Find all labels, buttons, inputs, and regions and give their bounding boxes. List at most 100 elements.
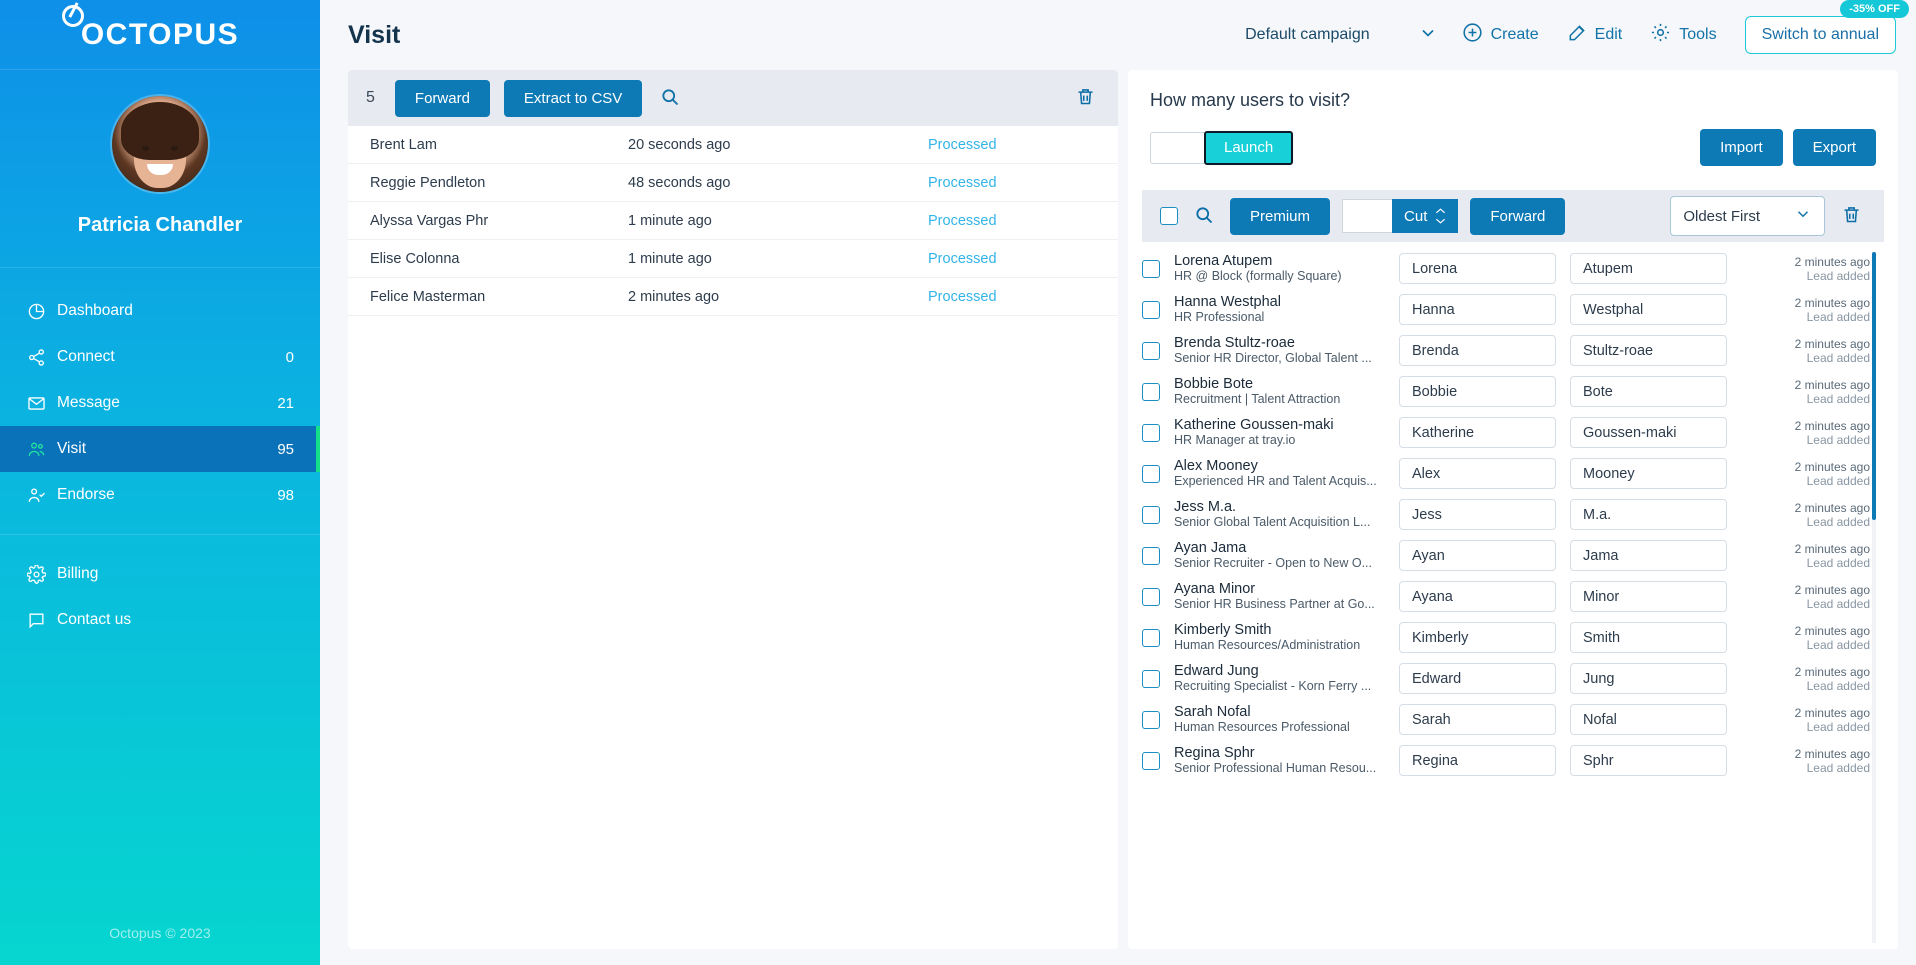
sidebar-item-dashboard[interactable]: Dashboard: [0, 288, 320, 334]
lead-last-name-input[interactable]: [1570, 499, 1727, 530]
lead-checkbox[interactable]: [1142, 342, 1160, 360]
lead-last-name-input[interactable]: [1570, 335, 1727, 366]
lead-last-name-input[interactable]: [1570, 622, 1727, 653]
lead-first-name-input[interactable]: [1399, 745, 1556, 776]
stepper-icon[interactable]: [1435, 207, 1446, 225]
lead-first-name-input[interactable]: [1399, 253, 1556, 284]
list-item[interactable]: Bobbie Bote Recruitment | Talent Attract…: [1142, 371, 1884, 412]
leads-scrollbar-thumb[interactable]: [1872, 252, 1876, 520]
lead-checkbox[interactable]: [1142, 465, 1160, 483]
sidebar-item-billing[interactable]: Billing: [0, 551, 320, 597]
list-item[interactable]: Kimberly Smith Human Resources/Administr…: [1142, 617, 1884, 658]
lead-last-name-input[interactable]: [1570, 581, 1727, 612]
lead-first-name-input[interactable]: [1399, 335, 1556, 366]
list-item[interactable]: Regina Sphr Senior Professional Human Re…: [1142, 740, 1884, 781]
leads-delete-button[interactable]: [1837, 200, 1866, 232]
lead-checkbox[interactable]: [1142, 301, 1160, 319]
lead-checkbox[interactable]: [1142, 547, 1160, 565]
list-item[interactable]: Edward Jung Recruiting Specialist - Korn…: [1142, 658, 1884, 699]
lead-last-name-input[interactable]: [1570, 294, 1727, 325]
list-item[interactable]: Katherine Goussen-maki HR Manager at tra…: [1142, 412, 1884, 453]
users-count-input[interactable]: [1150, 132, 1204, 164]
list-item[interactable]: Alex Mooney Experienced HR and Talent Ac…: [1142, 453, 1884, 494]
lead-last-name-input[interactable]: [1570, 745, 1727, 776]
sidebar-item-visit[interactable]: Visit 95: [0, 426, 320, 472]
lead-identity: Katherine Goussen-maki HR Manager at tra…: [1174, 417, 1399, 448]
table-row[interactable]: Brent Lam 20 seconds ago Processed: [348, 126, 1118, 164]
lead-last-name-input[interactable]: [1570, 376, 1727, 407]
lead-meta: 2 minutes ago Lead added: [1784, 706, 1884, 734]
sidebar-item-label: Dashboard: [57, 302, 294, 320]
table-row[interactable]: Alyssa Vargas Phr 1 minute ago Processed: [348, 202, 1118, 240]
lead-last-name-input[interactable]: [1570, 253, 1727, 284]
sidebar-item-endorse[interactable]: Endorse 98: [0, 472, 320, 518]
sidebar-item-message[interactable]: Message 21: [0, 380, 320, 426]
lead-last-name-input[interactable]: [1570, 540, 1727, 571]
sidebar-item-connect[interactable]: Connect 0: [0, 334, 320, 380]
lead-first-name-input[interactable]: [1399, 294, 1556, 325]
extract-to-csv-button[interactable]: Extract to CSV: [504, 80, 642, 117]
cut-button[interactable]: Cut: [1392, 199, 1458, 233]
cut-amount-input[interactable]: [1342, 199, 1392, 233]
lead-checkbox[interactable]: [1142, 588, 1160, 606]
select-all-checkbox[interactable]: [1160, 207, 1178, 225]
lead-first-name-input[interactable]: [1399, 458, 1556, 489]
create-button[interactable]: Create: [1448, 22, 1553, 48]
list-item[interactable]: Brenda Stultz-roae Senior HR Director, G…: [1142, 330, 1884, 371]
list-item[interactable]: Hanna Westphal HR Professional 2 minutes…: [1142, 289, 1884, 330]
lead-checkbox[interactable]: [1142, 629, 1160, 647]
activity-forward-button[interactable]: Forward: [395, 80, 490, 117]
lead-first-name-input[interactable]: [1399, 376, 1556, 407]
lead-checkbox[interactable]: [1142, 424, 1160, 442]
lead-first-name-input[interactable]: [1399, 704, 1556, 735]
table-row[interactable]: Reggie Pendleton 48 seconds ago Processe…: [348, 164, 1118, 202]
lead-last-name-input[interactable]: [1570, 704, 1727, 735]
lead-last-name-input[interactable]: [1570, 458, 1727, 489]
lead-first-name-input[interactable]: [1399, 499, 1556, 530]
sort-order-select[interactable]: Oldest First: [1670, 196, 1825, 236]
tools-button[interactable]: Tools: [1636, 22, 1730, 48]
leads-list[interactable]: Lorena Atupem HR @ Block (formally Squar…: [1128, 242, 1898, 949]
lead-checkbox[interactable]: [1142, 752, 1160, 770]
chat-icon: [27, 611, 57, 630]
lead-first-name-input[interactable]: [1399, 581, 1556, 612]
launch-button[interactable]: Launch: [1204, 131, 1293, 165]
export-button[interactable]: Export: [1793, 129, 1876, 166]
leads-search-button[interactable]: [1190, 201, 1218, 232]
switch-to-annual-button[interactable]: Switch to annual -35% OFF: [1745, 16, 1896, 54]
status-badge: Processed: [928, 213, 997, 229]
lead-checkbox[interactable]: [1142, 506, 1160, 524]
table-row[interactable]: Felice Masterman 2 minutes ago Processed: [348, 278, 1118, 316]
list-item[interactable]: Ayan Jama Senior Recruiter - Open to New…: [1142, 535, 1884, 576]
avatar[interactable]: [112, 96, 208, 192]
list-item[interactable]: Jess M.a. Senior Global Talent Acquisiti…: [1142, 494, 1884, 535]
list-item[interactable]: Sarah Nofal Human Resources Professional…: [1142, 699, 1884, 740]
lead-checkbox[interactable]: [1142, 670, 1160, 688]
lead-full-name: Hanna Westphal: [1174, 294, 1391, 310]
activity-search-button[interactable]: [656, 83, 684, 114]
brand-logo[interactable]: OCTOPUS: [0, 0, 320, 70]
sidebar-item-contact-us[interactable]: Contact us: [0, 597, 320, 643]
share-icon: [27, 348, 57, 367]
lead-checkbox[interactable]: [1142, 260, 1160, 278]
lead-first-name-input[interactable]: [1399, 622, 1556, 653]
lead-action: Lead added: [1784, 310, 1870, 324]
lead-first-name-input[interactable]: [1399, 663, 1556, 694]
lead-last-name-input[interactable]: [1570, 663, 1727, 694]
campaign-selector[interactable]: Default campaign: [1235, 23, 1448, 48]
sidebar-divider: [0, 534, 320, 535]
edit-button[interactable]: Edit: [1553, 23, 1637, 48]
lead-last-name-input[interactable]: [1570, 417, 1727, 448]
lead-checkbox[interactable]: [1142, 711, 1160, 729]
activity-delete-button[interactable]: [1071, 82, 1100, 114]
import-button[interactable]: Import: [1700, 129, 1783, 166]
sidebar-footer: Octopus © 2023: [0, 925, 320, 965]
table-row[interactable]: Elise Colonna 1 minute ago Processed: [348, 240, 1118, 278]
lead-first-name-input[interactable]: [1399, 417, 1556, 448]
lead-checkbox[interactable]: [1142, 383, 1160, 401]
leads-forward-button[interactable]: Forward: [1470, 198, 1565, 235]
lead-first-name-input[interactable]: [1399, 540, 1556, 571]
list-item[interactable]: Ayana Minor Senior HR Business Partner a…: [1142, 576, 1884, 617]
premium-filter-button[interactable]: Premium: [1230, 198, 1330, 235]
list-item[interactable]: Lorena Atupem HR @ Block (formally Squar…: [1142, 248, 1884, 289]
